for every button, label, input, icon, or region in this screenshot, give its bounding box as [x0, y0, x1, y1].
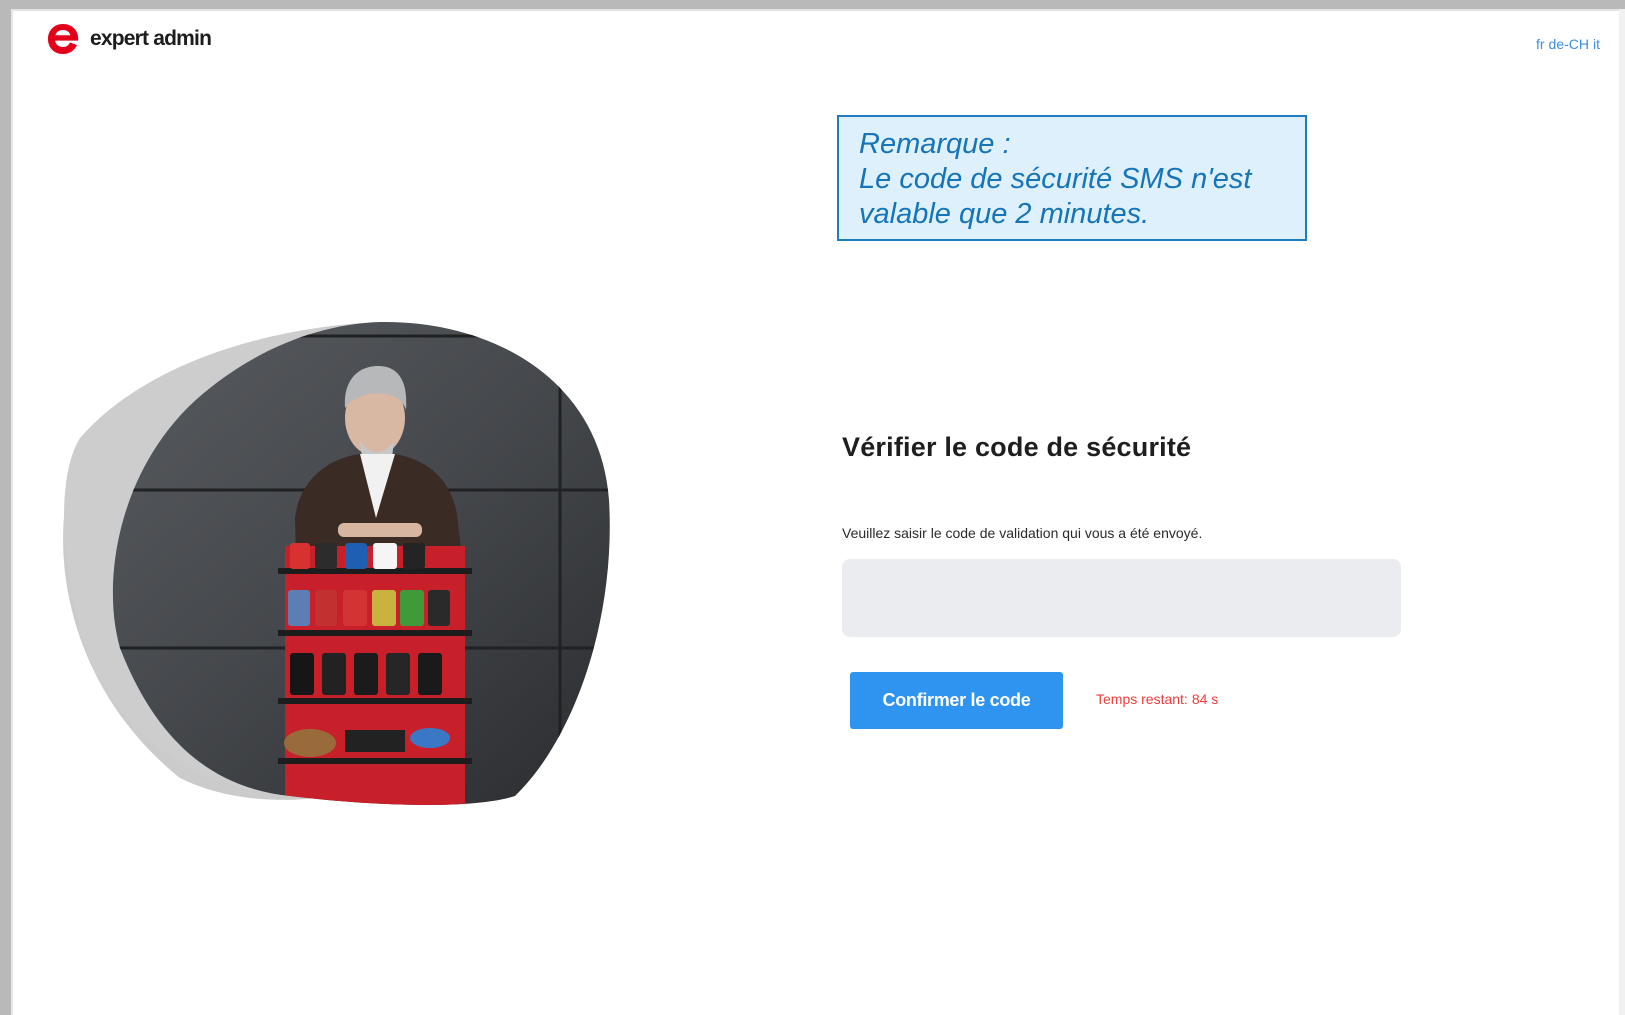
- window-frame-inner-left: [11, 9, 13, 1015]
- window-frame-right: [1619, 9, 1625, 1015]
- window-frame-inner-top: [11, 9, 1625, 11]
- sms-validity-note: Remarque : Le code de sécurité SMS n'est…: [837, 115, 1307, 241]
- remaining-time-value: 84 s: [1191, 691, 1219, 707]
- confirm-code-button[interactable]: Confirmer le code: [850, 672, 1063, 729]
- instruction-text: Veuillez saisir le code de validation qu…: [842, 525, 1203, 541]
- security-code-input[interactable]: [842, 559, 1401, 637]
- logo-text: expert admin: [90, 27, 212, 50]
- page-title: Vérifier le code de sécurité: [842, 432, 1192, 462]
- hero-illustration: [63, 321, 610, 806]
- expert-e-logo-icon: [48, 24, 79, 54]
- remaining-time-label: Temps restant:: [1096, 691, 1188, 707]
- window-frame-left: [0, 0, 11, 1015]
- brand-logo[interactable]: expert admin: [46, 22, 212, 56]
- lang-it-link[interactable]: it: [1593, 36, 1600, 52]
- note-line-2: Le code de sécurité SMS n'est: [859, 163, 1252, 195]
- language-switcher: fr de-CH it: [1532, 36, 1600, 52]
- remaining-time: Temps restant: 84 s: [1096, 691, 1222, 707]
- note-line-3: valable que 2 minutes.: [859, 198, 1150, 230]
- window-frame-top: [0, 0, 1625, 9]
- note-line-1: Remarque :: [859, 128, 1011, 160]
- lang-de-ch-link[interactable]: de-CH: [1549, 36, 1589, 52]
- lang-fr-link[interactable]: fr: [1536, 36, 1545, 52]
